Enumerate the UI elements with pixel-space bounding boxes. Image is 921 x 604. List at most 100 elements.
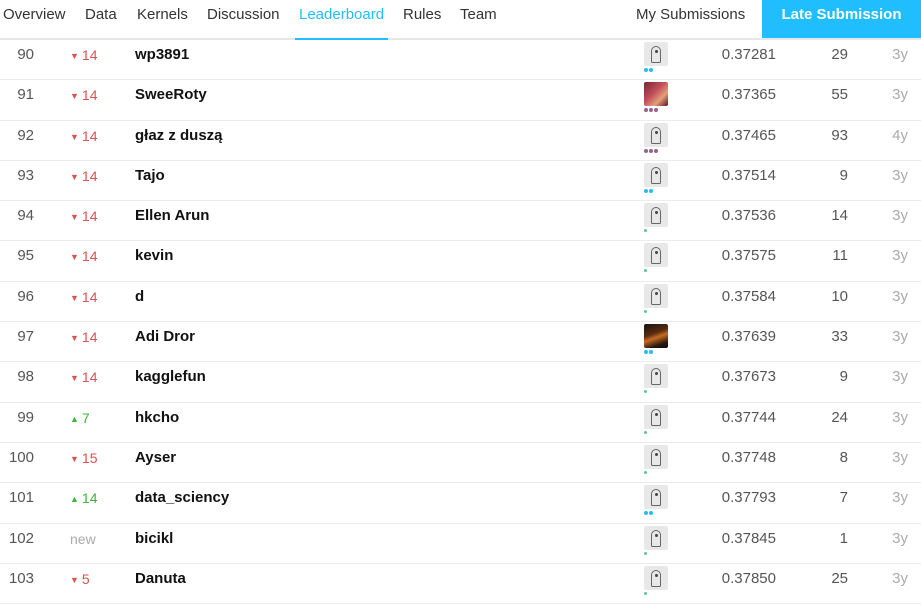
score-value: 0.37465 bbox=[721, 126, 776, 144]
team-name-link[interactable]: kevin bbox=[135, 241, 173, 271]
entries-count: 8 bbox=[839, 448, 848, 466]
score-value: 0.37281 bbox=[721, 46, 776, 63]
rank-change: ▼ 15 bbox=[70, 443, 98, 474]
team-name-link[interactable]: Danuta bbox=[135, 564, 186, 594]
rank-change: ▼ 14 bbox=[70, 161, 98, 192]
team-member-avatar[interactable] bbox=[644, 203, 670, 233]
triangle-down-icon: ▼ bbox=[70, 212, 79, 223]
tab-kernels[interactable]: Kernels bbox=[137, 0, 188, 38]
default-avatar-icon bbox=[644, 565, 668, 590]
my-submissions-link[interactable]: My Submissions bbox=[636, 0, 745, 30]
avatar-photo bbox=[644, 82, 668, 107]
team-name-link[interactable]: głaz z duszą bbox=[135, 121, 223, 151]
tab-leaderboard[interactable]: Leaderboard bbox=[295, 0, 389, 40]
leaderboard-row: 99 ▲ 7 hkcho 0.37744 24 3y bbox=[0, 403, 921, 443]
team-member-avatar[interactable] bbox=[644, 82, 670, 113]
team-name-link[interactable]: d bbox=[135, 282, 144, 312]
tier-badge-icon bbox=[644, 68, 670, 72]
rank-number: 96 bbox=[17, 287, 34, 305]
default-avatar-icon bbox=[644, 525, 668, 550]
entries-count: 24 bbox=[831, 408, 848, 426]
team-name-link[interactable]: kagglefun bbox=[135, 362, 206, 392]
tier-badge-icon bbox=[644, 108, 670, 113]
rank-change-value: 14 bbox=[81, 369, 98, 386]
entries-count: 25 bbox=[831, 569, 848, 587]
tier-badge-icon bbox=[644, 229, 670, 233]
tier-badge-icon bbox=[644, 551, 670, 556]
rank-number: 98 bbox=[17, 368, 34, 386]
rank-change: ▼ 5 bbox=[70, 564, 90, 595]
rank-change-value: 14 bbox=[81, 47, 98, 63]
last-submission-age: 3y bbox=[892, 207, 908, 225]
team-name-link[interactable]: data_sciency bbox=[135, 483, 229, 513]
tab-team[interactable]: Team bbox=[460, 0, 497, 38]
tab-rules[interactable]: Rules bbox=[403, 0, 441, 38]
leaderboard-row: 97 ▼ 14 Adi Dror 0.37639 33 3y bbox=[0, 322, 921, 363]
late-submission-button[interactable]: Late Submission bbox=[762, 0, 921, 38]
team-name-link[interactable]: hkcho bbox=[135, 403, 179, 433]
rank-change: ▼ 14 bbox=[70, 282, 98, 313]
team-member-avatar[interactable] bbox=[644, 42, 670, 72]
rank-change-value: 14 bbox=[81, 490, 98, 507]
last-submission-age: 3y bbox=[892, 247, 908, 265]
team-member-avatar[interactable] bbox=[644, 243, 670, 273]
leaderboard-row: 93 ▼ 14 Tajo 0.37514 9 3y bbox=[0, 161, 921, 202]
entries-count: 7 bbox=[839, 489, 848, 507]
team-name-link[interactable]: SweeRoty bbox=[135, 80, 207, 110]
team-member-avatar[interactable] bbox=[644, 283, 670, 314]
score-value: 0.37639 bbox=[721, 328, 776, 346]
rank-number: 94 bbox=[17, 207, 34, 225]
team-member-avatar[interactable] bbox=[644, 162, 670, 193]
triangle-up-icon: ▲ bbox=[70, 494, 79, 505]
rank-change: ▼ 14 bbox=[70, 40, 98, 71]
rank-change: ▼ 14 bbox=[70, 241, 98, 272]
rank-change-value: new bbox=[70, 530, 96, 547]
rank-change-value: 14 bbox=[81, 248, 98, 265]
tab-data[interactable]: Data bbox=[85, 0, 117, 38]
last-submission-age: 3y bbox=[892, 46, 908, 63]
rank-change: ▼ 14 bbox=[70, 362, 98, 393]
rank-change-value: 14 bbox=[81, 329, 98, 346]
triangle-down-icon: ▼ bbox=[70, 91, 79, 102]
team-name-link[interactable]: Ayser bbox=[135, 443, 176, 473]
tier-badge-icon bbox=[644, 269, 670, 273]
team-member-avatar[interactable] bbox=[644, 444, 670, 475]
team-name-link[interactable]: Adi Dror bbox=[135, 322, 195, 352]
team-name-link[interactable]: bicikl bbox=[135, 524, 173, 554]
rank-change: ▲ 7 bbox=[70, 403, 90, 434]
tab-overview[interactable]: Overview bbox=[3, 0, 66, 38]
team-member-avatar[interactable] bbox=[644, 525, 670, 556]
tier-badge-icon bbox=[644, 188, 670, 193]
last-submission-age: 3y bbox=[892, 569, 908, 587]
team-name-link[interactable]: Ellen Arun bbox=[135, 201, 209, 231]
rank-number: 97 bbox=[17, 328, 34, 346]
team-name-link[interactable]: Tajo bbox=[135, 161, 165, 191]
leaderboard-row: 102 new bicikl 0.37845 1 3y bbox=[0, 524, 921, 564]
team-member-avatar[interactable] bbox=[644, 324, 670, 355]
team-name-link[interactable]: wp3891 bbox=[135, 40, 189, 70]
rank-number: 93 bbox=[17, 166, 34, 184]
entries-count: 9 bbox=[839, 166, 848, 184]
rank-change-value: 14 bbox=[81, 87, 98, 104]
leaderboard-row: 96 ▼ 14 d 0.37584 10 3y bbox=[0, 282, 921, 323]
default-avatar-icon bbox=[644, 122, 668, 147]
triangle-down-icon: ▼ bbox=[70, 574, 79, 585]
team-member-avatar[interactable] bbox=[644, 485, 670, 516]
team-member-avatar[interactable] bbox=[644, 122, 670, 153]
team-member-avatar[interactable] bbox=[644, 565, 670, 596]
triangle-down-icon: ▼ bbox=[70, 252, 79, 263]
tab-discussion[interactable]: Discussion bbox=[207, 0, 280, 38]
tier-badge-icon bbox=[644, 591, 670, 596]
rank-number: 103 bbox=[8, 569, 34, 587]
triangle-down-icon: ▼ bbox=[70, 373, 79, 384]
rank-number: 102 bbox=[8, 529, 34, 547]
team-member-avatar[interactable] bbox=[644, 364, 670, 394]
entries-count: 10 bbox=[831, 287, 848, 305]
triangle-down-icon: ▼ bbox=[70, 51, 79, 61]
team-member-avatar[interactable] bbox=[644, 404, 670, 435]
score-value: 0.37744 bbox=[721, 408, 776, 426]
score-value: 0.37514 bbox=[721, 166, 776, 184]
leaderboard-row: 100 ▼ 15 Ayser 0.37748 8 3y bbox=[0, 443, 921, 484]
tier-badge-icon bbox=[644, 470, 670, 475]
last-submission-age: 3y bbox=[892, 328, 908, 346]
